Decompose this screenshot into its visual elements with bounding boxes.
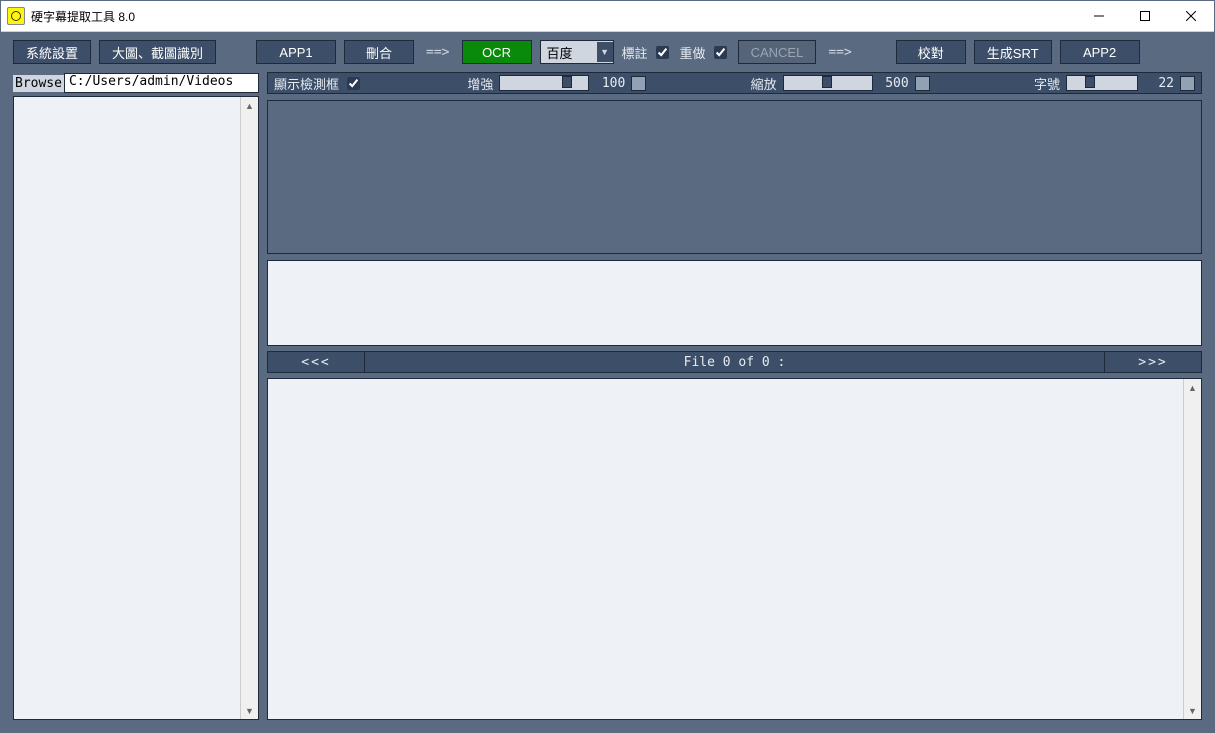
ocr-engine-select[interactable]: 百度 ▼ [540,40,614,64]
preview-upper [267,100,1202,254]
app2-button[interactable]: APP2 [1060,40,1140,64]
scale-label: 縮放 [751,74,777,93]
proofread-button[interactable]: 校對 [896,40,966,64]
annotate-checkbox[interactable]: 標註 [622,43,672,62]
scale-slider[interactable] [783,75,873,91]
generate-srt-button[interactable]: 生成SRT [974,40,1052,64]
scale-toggle[interactable] [915,76,930,91]
main-toolbar: 系統設置 大圖、截圖識別 APP1 刪合 ==> OCR 百度 ▼ 標註 重做 … [1,32,1214,72]
bigimage-ocr-button[interactable]: 大圖、截圖識別 [99,40,216,64]
control-row: 顯示檢測框 增強 100 縮放 500 [267,72,1202,94]
chevron-down-icon: ▼ [597,42,613,62]
scroll-down-icon[interactable]: ▼ [1184,702,1201,719]
font-value: 22 [1144,76,1174,91]
left-panel: Browse C:/Users/admin/Videos ▲ ▼ [13,72,259,720]
window-title: 硬字幕提取工具 8.0 [31,8,135,25]
enhance-value: 100 [595,76,625,91]
close-button[interactable] [1168,1,1214,31]
right-panel: 顯示檢測框 增強 100 縮放 500 [267,72,1202,720]
settings-button[interactable]: 系統設置 [13,40,91,64]
file-list[interactable]: ▲ ▼ [13,96,259,720]
browse-row: Browse C:/Users/admin/Videos [13,72,259,94]
app1-button[interactable]: APP1 [256,40,336,64]
minimize-button[interactable] [1076,1,1122,31]
scroll-up-icon[interactable]: ▲ [1184,379,1201,396]
body-area: Browse C:/Users/admin/Videos ▲ ▼ 顯示 [1,72,1214,732]
ocr-engine-value: 百度 [541,43,579,62]
enhance-toggle[interactable] [631,76,646,91]
prev-file-button[interactable]: <<< [267,351,365,373]
next-file-button[interactable]: >>> [1104,351,1202,373]
scroll-down-icon[interactable]: ▼ [241,702,258,719]
browse-button[interactable]: Browse [13,75,64,92]
enhance-slider[interactable] [499,75,589,91]
font-slider[interactable] [1066,75,1138,91]
preview-lower [267,260,1202,346]
scale-value: 500 [879,76,909,91]
path-input[interactable]: C:/Users/admin/Videos [64,73,259,93]
font-toggle[interactable] [1180,76,1195,91]
arrow-icon: ==> [422,45,453,60]
scrollbar[interactable]: ▲ ▼ [1183,379,1201,719]
app-icon [7,7,25,25]
font-label: 字號 [1034,74,1060,93]
subtitle-list[interactable]: ▲ ▼ [267,378,1202,720]
file-nav-row: <<< File 0 of 0 : >>> [267,352,1202,372]
ocr-button[interactable]: OCR [462,40,532,64]
show-detect-box-checkbox[interactable]: 顯示檢測框 [274,74,363,93]
redo-checkbox[interactable]: 重做 [680,43,730,62]
enhance-label: 增強 [467,74,493,93]
title-bar: 硬字幕提取工具 8.0 [1,1,1214,32]
app-window: 硬字幕提取工具 8.0 系統設置 大圖、截圖識別 APP1 刪合 ==> OCR… [0,0,1215,733]
cancel-button[interactable]: CANCEL [738,40,817,64]
scrollbar[interactable]: ▲ ▼ [240,97,258,719]
scroll-up-icon[interactable]: ▲ [241,97,258,114]
arrow-icon: ==> [824,45,855,60]
delete-merge-button[interactable]: 刪合 [344,40,414,64]
client-area: 系統設置 大圖、截圖識別 APP1 刪合 ==> OCR 百度 ▼ 標註 重做 … [1,32,1214,732]
maximize-button[interactable] [1122,1,1168,31]
file-status: File 0 of 0 : [365,351,1104,373]
